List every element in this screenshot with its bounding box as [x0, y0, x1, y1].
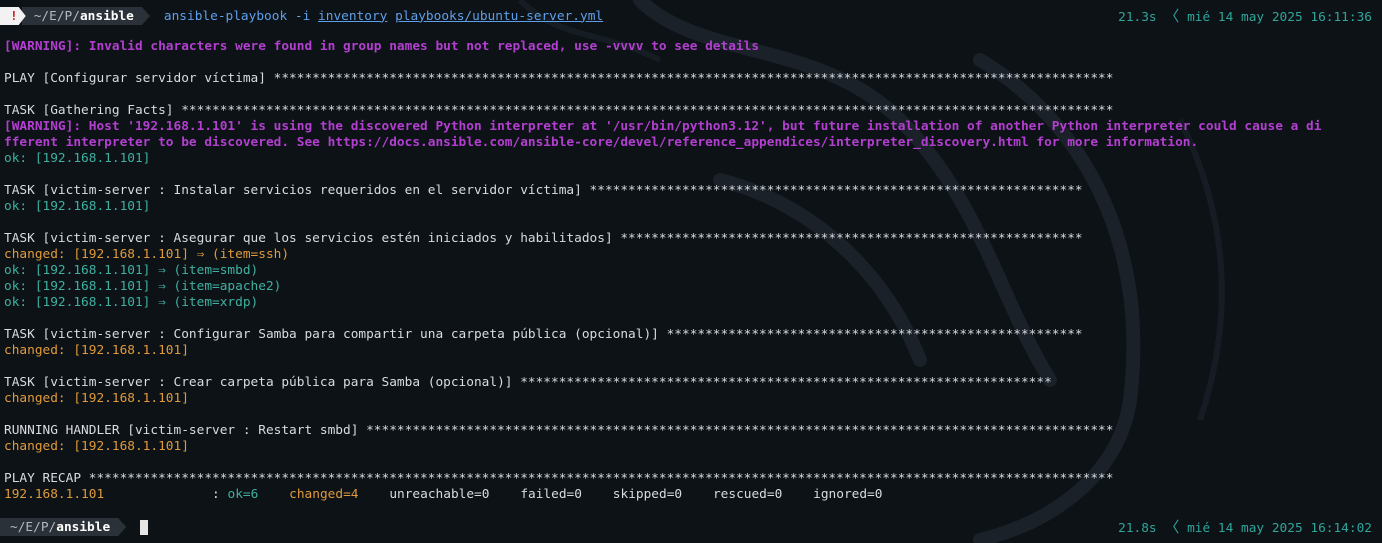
- ok-result-line: ok: [192.168.1.101] ⇒ (item=apache2): [4, 279, 282, 294]
- ok-result-line: ok: [192.168.1.101] ⇒ (item=xrdp): [4, 295, 259, 310]
- chevron-left-icon: 〈: [1164, 518, 1180, 536]
- warning-line: [WARNING]: Host '192.168.1.101' is using…: [4, 119, 1322, 134]
- command-duration: 21.8s: [1118, 521, 1157, 536]
- right-prompt-status: 21.3s 〈 mié 14 may 2025 16:11:36: [1118, 6, 1372, 26]
- recap-rescued: rescued=0: [712, 487, 783, 502]
- prompt-line: ! ~/E/P/ansible ansible-playbook -i inve…: [0, 6, 603, 26]
- cwd-dir: ansible: [56, 519, 111, 535]
- prompt-line[interactable]: ~/E/P/ansible: [0, 517, 149, 537]
- prompt-datetime: mié 14 may 2025 16:14:02: [1187, 521, 1372, 536]
- task-header: TASK [victim-server : Instalar servicios…: [4, 183, 1083, 198]
- ok-result-line: ok: [192.168.1.101]: [4, 199, 151, 214]
- right-prompt-status: 21.8s 〈 mié 14 may 2025 16:14:02: [1118, 517, 1372, 537]
- recap-skipped: skipped=0: [612, 487, 683, 502]
- ok-result-line: ok: [192.168.1.101]: [4, 151, 151, 166]
- recap-ok: ok=6: [227, 487, 259, 502]
- recap-header: PLAY RECAP *****************************…: [4, 471, 1114, 486]
- task-header: TASK [victim-server : Asegurar que los s…: [4, 231, 1083, 246]
- recap-colon: :: [212, 487, 220, 502]
- warning-line: fferent interpreter to be discovered. Se…: [4, 135, 1199, 150]
- changed-result-line: changed: [192.168.1.101]: [4, 439, 189, 454]
- recap-failed: failed=0: [520, 487, 582, 502]
- recap-unreachable: unreachable=0: [389, 487, 490, 502]
- changed-result-line: changed: [192.168.1.101]: [4, 343, 189, 358]
- terminal-window[interactable]: ! ~/E/P/ansible ansible-playbook -i inve…: [0, 0, 1382, 543]
- inventory-path-link[interactable]: inventory: [318, 9, 387, 24]
- cwd-segment: ~/E/P/ansible: [22, 7, 150, 25]
- task-header: TASK [Gathering Facts] *****************…: [4, 103, 1114, 118]
- prompt-datetime: mié 14 may 2025 16:11:36: [1187, 10, 1372, 25]
- cwd-prefix: ~/E/P/: [33, 8, 80, 24]
- recap-ignored: ignored=0: [813, 487, 883, 502]
- task-header: TASK [victim-server : Configurar Samba p…: [4, 327, 1083, 342]
- handler-header: RUNNING HANDLER [victim-server : Restart…: [4, 423, 1114, 438]
- text-cursor[interactable]: [140, 519, 149, 535]
- recap-changed: changed=4: [289, 487, 359, 502]
- task-header: TASK [victim-server : Crear carpeta públ…: [4, 375, 1052, 390]
- cwd-segment: ~/E/P/ansible: [0, 518, 126, 536]
- changed-result-line: changed: [192.168.1.101] ⇒ (item=ssh): [4, 247, 290, 262]
- recap-host: 192.168.1.101: [4, 487, 105, 502]
- ok-result-line: ok: [192.168.1.101] ⇒ (item=smbd): [4, 263, 259, 278]
- command-binary: ansible-playbook: [163, 8, 288, 24]
- command-duration: 21.3s: [1118, 10, 1157, 25]
- play-header: PLAY [Configurar servidor víctima] *****…: [4, 71, 1114, 86]
- warning-line: [WARNING]: Invalid characters were found…: [4, 39, 760, 54]
- chevron-left-icon: 〈: [1164, 7, 1180, 25]
- cwd-dir: ansible: [79, 8, 134, 24]
- cwd-prefix: ~/E/P/: [10, 519, 57, 535]
- playbook-path-link[interactable]: playbooks/ubuntu-server.yml: [395, 9, 603, 24]
- command-text: ansible-playbook -i inventory playbooks/…: [164, 9, 603, 24]
- changed-result-line: changed: [192.168.1.101]: [4, 391, 189, 406]
- recap-row: 192.168.1.101 : ok=6 changed=4 unreachab…: [4, 487, 1374, 503]
- command-flag: -i: [294, 8, 311, 24]
